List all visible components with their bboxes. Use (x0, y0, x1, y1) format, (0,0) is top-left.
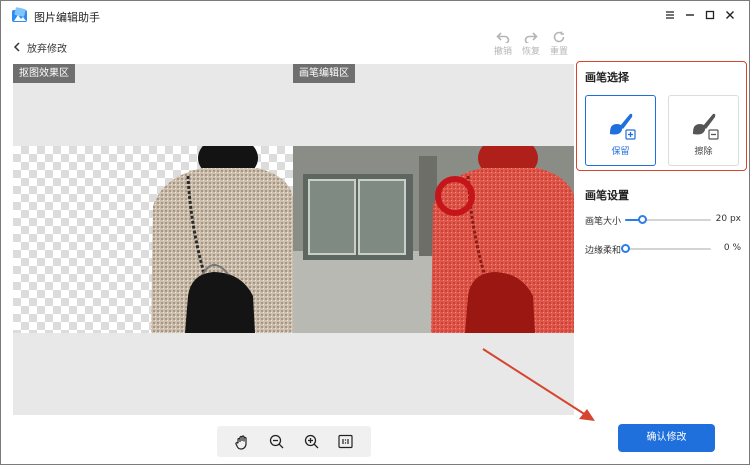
reset-label: 重置 (549, 47, 568, 57)
feather-row: 边缘柔和 0 % (585, 242, 741, 256)
actual-size-button[interactable] (335, 431, 357, 453)
undo-label: 撤销 (493, 47, 512, 57)
redo-button[interactable]: 恢复 (519, 31, 543, 57)
redo-icon (524, 32, 538, 43)
redo-label: 恢复 (521, 47, 540, 57)
undo-button[interactable]: 撤销 (491, 31, 515, 57)
feather-knob[interactable] (621, 244, 630, 253)
brush-size-value: 20 px (715, 214, 741, 224)
app-logo-icon (12, 7, 27, 22)
brush-select-title: 画笔选择 (585, 71, 629, 84)
cutout-preview-tag: 抠图效果区 (13, 64, 75, 83)
feather-label: 边缘柔和 (585, 246, 622, 256)
brush-edit-scene (293, 146, 574, 333)
zoom-toolbar (217, 426, 371, 457)
maximize-icon[interactable] (701, 6, 719, 24)
brush-settings-title: 画笔设置 (585, 189, 629, 202)
menu-icon[interactable] (661, 6, 679, 24)
feather-slider[interactable] (621, 244, 711, 253)
zoom-out-icon[interactable] (266, 431, 288, 453)
brush-size-slider[interactable] (625, 215, 711, 224)
reset-icon (553, 31, 565, 43)
zoom-in-icon[interactable] (300, 431, 322, 453)
confirm-changes-button[interactable]: 确认修改 (618, 424, 715, 452)
hand-icon[interactable] (231, 431, 253, 453)
brush-size-label: 画笔大小 (585, 217, 622, 227)
keep-brush-button[interactable]: 保留 (585, 95, 656, 166)
erase-brush-icon (692, 113, 719, 140)
keep-brush-icon (609, 113, 636, 140)
minimize-icon[interactable] (681, 6, 699, 24)
chevron-left-icon (13, 42, 20, 52)
brush-edit-image[interactable] (293, 146, 574, 333)
close-icon[interactable] (721, 6, 739, 24)
actual-size-icon (338, 434, 353, 449)
discard-changes-button[interactable]: 放弃修改 (13, 39, 67, 55)
annotation-arrow (482, 348, 595, 421)
app-title: 图片编辑助手 (34, 11, 100, 24)
brush-edit-tag: 画笔编辑区 (293, 64, 355, 83)
cutout-preview-image (13, 146, 293, 333)
app-window: 图片编辑助手 放弃修改 撤销 恢复 重置 抠图效果区 画笔编辑区 画笔选择 保留… (0, 0, 750, 465)
brush-size-row: 画笔大小 20 px (585, 213, 741, 227)
brush-size-knob[interactable] (638, 215, 647, 224)
cutout-subject (151, 146, 293, 333)
undo-icon (496, 32, 510, 43)
keep-brush-label: 保留 (611, 147, 630, 157)
erase-brush-button[interactable]: 擦除 (668, 95, 739, 166)
erase-brush-label: 擦除 (694, 147, 713, 157)
feather-value: 0 % (723, 243, 741, 253)
reset-button[interactable]: 重置 (547, 31, 571, 57)
discard-changes-label: 放弃修改 (27, 43, 67, 55)
title-bar: 图片编辑助手 (1, 1, 749, 31)
